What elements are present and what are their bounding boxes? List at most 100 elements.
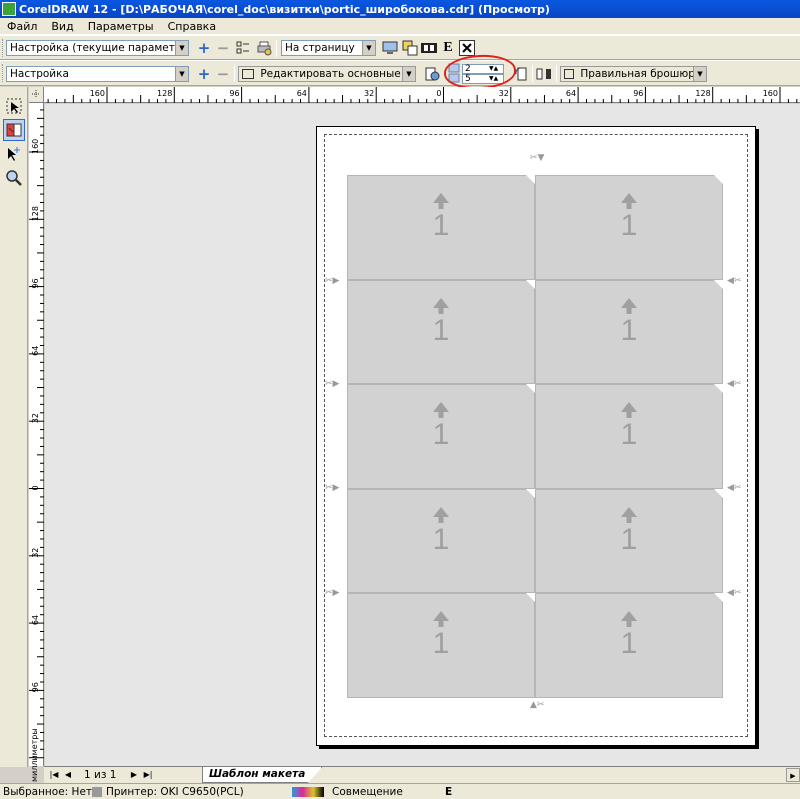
ruler-tick-label: 160 — [31, 139, 40, 154]
chevron-down-icon[interactable]: ▼ — [175, 41, 188, 55]
separations-icon[interactable] — [402, 40, 418, 56]
add-layout-icon[interactable]: + — [196, 65, 212, 83]
cell-page-number: 1 — [620, 209, 638, 242]
emulsion-icon[interactable]: E — [440, 40, 456, 56]
title-bar: CorelDRAW 12 - [D:\РАБОЧАЯ\corel_doc\виз… — [0, 0, 800, 18]
layout-cell[interactable]: 1 — [347, 384, 535, 489]
cell-page-number: 1 — [432, 209, 450, 242]
imposition-layout-tool[interactable] — [3, 119, 25, 141]
remove-layout-icon[interactable]: − — [215, 65, 231, 83]
layout-cell[interactable]: 1 — [535, 384, 723, 489]
orientation-arrow-shaft — [438, 202, 444, 209]
menu-bar: Файл Вид Параметры Справка — [0, 18, 800, 35]
page-fold-icon — [526, 175, 535, 184]
cell-page-number: 1 — [620, 522, 638, 556]
chevron-down-icon[interactable]: ▼ — [362, 41, 375, 55]
print-options-icon[interactable] — [235, 40, 251, 56]
ruler-tick-label: 64 — [31, 615, 40, 625]
printer-properties-icon[interactable] — [256, 40, 272, 56]
orientation-arrow-shaft — [626, 620, 632, 628]
window-title: CorelDRAW 12 - [D:\РАБОЧАЯ\corel_doc\виз… — [19, 2, 550, 16]
ruler-tick-label: 32 — [499, 89, 509, 98]
menu-help[interactable]: Справка — [161, 20, 223, 33]
page-indicator: 1 из 1 — [84, 769, 117, 781]
chevron-down-icon[interactable]: ▼ — [402, 67, 415, 81]
status-emulsion-icon: E — [445, 786, 453, 798]
pick-tool[interactable] — [3, 95, 25, 117]
status-match: Совмещение — [332, 786, 403, 798]
remove-preset-icon[interactable]: − — [215, 39, 231, 57]
invert-icon[interactable] — [421, 40, 437, 56]
layout-cell[interactable]: 1 — [347, 175, 535, 280]
cell-page-number: 1 — [620, 627, 638, 661]
page-fold-icon — [714, 488, 723, 498]
orientation-arrow-shaft — [626, 202, 632, 209]
layout-cell[interactable]: 1 — [347, 488, 535, 594]
cut-mark-scissors-icon: ✂▼ — [530, 153, 545, 163]
orientation-arrow-shaft — [626, 515, 632, 523]
status-selected: Выбранное: Нет — [3, 786, 93, 798]
ruler-tick-label: 96 — [31, 682, 40, 692]
zoom-tool[interactable] — [3, 167, 25, 189]
toolbar-grip[interactable] — [2, 39, 5, 57]
last-page-icon[interactable]: ▶| — [142, 769, 154, 781]
binding-select[interactable]: Правильная брошюровка ▼ — [560, 66, 707, 82]
ruler-origin[interactable] — [29, 87, 44, 103]
ruler-tick-label: 128 — [157, 89, 172, 98]
cut-mark-scissors-icon: ◀✂ — [727, 588, 742, 598]
chevron-down-icon[interactable]: ▼ — [693, 67, 706, 81]
scroll-right-icon[interactable]: ▶ — [786, 768, 800, 782]
toolbar-grip[interactable] — [2, 64, 5, 82]
rotate-page-icon[interactable] — [514, 66, 530, 82]
marks-placement-tool[interactable] — [3, 143, 25, 165]
orientation-arrow-shaft — [438, 620, 444, 628]
menu-file[interactable]: Файл — [0, 20, 44, 33]
coreldraw-app-icon — [2, 2, 16, 16]
status-printer: Принтер: OKI C9650(PCL) — [106, 786, 244, 798]
menu-view[interactable]: Вид — [44, 20, 80, 33]
next-page-icon[interactable]: ▶ — [128, 769, 140, 781]
ruler-tick-label: 64 — [31, 346, 40, 356]
orientation-arrow-shaft — [438, 306, 444, 314]
menu-parameters[interactable]: Параметры — [81, 20, 161, 33]
full-screen-preview-icon[interactable] — [382, 40, 398, 56]
ruler-tick-label: 96 — [633, 89, 643, 98]
chevron-down-icon[interactable]: ▼ — [175, 67, 188, 81]
prev-page-icon[interactable]: ◀ — [62, 769, 74, 781]
layout-cell[interactable]: 1 — [535, 488, 723, 594]
orientation-arrow-shaft — [438, 515, 444, 523]
page-tabs-bar: |◀ ◀ 1 из 1 ▶ ▶| Шаблон макета ▶ — [44, 766, 800, 783]
layout-cell[interactable]: 1 — [535, 175, 723, 280]
cut-mark-scissors-icon: ✂▶ — [325, 276, 340, 286]
close-preview-icon[interactable] — [459, 40, 475, 56]
page-position-icon[interactable] — [424, 66, 440, 82]
gutter-icon[interactable] — [536, 66, 552, 82]
layout-cell[interactable]: 1 — [347, 279, 535, 385]
edit-mode-select[interactable]: Редактировать основные параметр ▼ — [238, 66, 416, 82]
ruler-tick-label: 128 — [31, 206, 40, 221]
ruler-tick-label: 128 — [695, 89, 710, 98]
layout-cell[interactable]: 1 — [535, 279, 723, 385]
ruler-tick-label: 32 — [31, 548, 40, 558]
first-page-icon[interactable]: |◀ — [48, 769, 60, 781]
page-fold-icon — [714, 384, 723, 394]
vertical-ruler: 160 128 96 64 32 0 32 64 96 — [29, 103, 44, 766]
page-fold-icon — [526, 593, 535, 603]
tab-layout-template[interactable]: Шаблон макета — [202, 767, 323, 783]
print-preset-select[interactable]: Настройка (текущие параметры не с... ▼ — [6, 40, 189, 56]
orientation-arrow-shaft — [438, 411, 444, 419]
add-preset-icon[interactable]: + — [196, 39, 212, 57]
toolbar-print-settings: Настройка (текущие параметры не с... ▼ +… — [0, 35, 800, 60]
zoom-select[interactable]: На страницу ▼ — [281, 40, 376, 56]
layout-cell[interactable]: 1 — [535, 593, 723, 698]
toolbox — [0, 87, 28, 767]
grid-icon — [242, 69, 254, 79]
cut-mark-scissors-icon: ✂▶ — [325, 379, 340, 389]
ruler-tick-label: 96 — [229, 89, 239, 98]
ruler-tick-label: 160 — [763, 89, 778, 98]
layout-cell[interactable]: 1 — [347, 593, 535, 698]
layout-preset-select[interactable]: Настройка ▼ — [6, 66, 189, 82]
status-bar: Выбранное: Нет Принтер: OKI C9650(PCL) С… — [0, 783, 800, 799]
page-fold-icon — [714, 593, 723, 603]
ruler-tick-label: 32 — [31, 413, 40, 423]
